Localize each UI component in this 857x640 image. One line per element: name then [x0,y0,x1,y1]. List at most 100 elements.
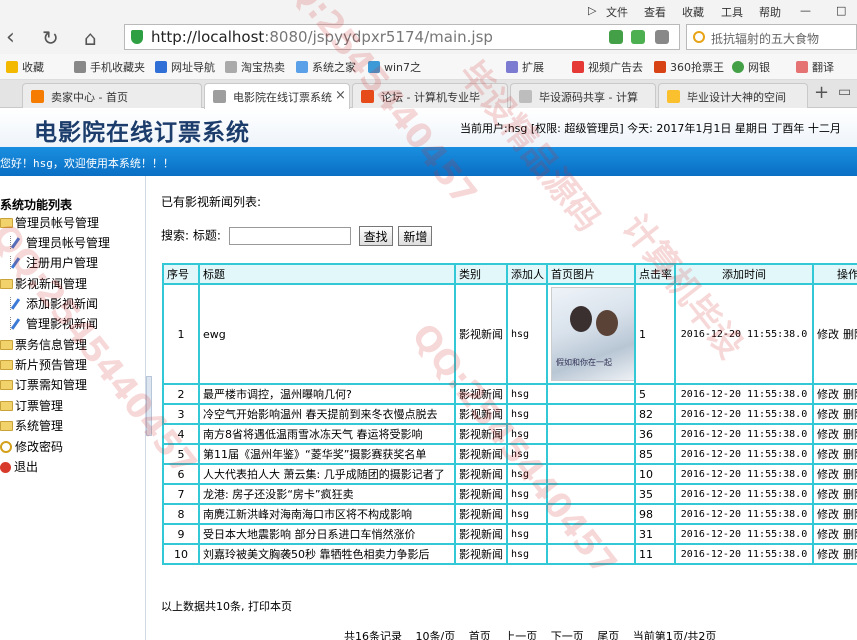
tab-list-icon[interactable]: ▭ [838,84,851,100]
fav-adblock[interactable]: 视频广告去 [572,59,643,75]
windows-icon [368,61,380,73]
search-suggestion[interactable]: 抵抗辐射的五大食物 [711,30,819,47]
add-button[interactable]: 新增 [398,226,433,246]
edit-link[interactable]: 修改 [817,548,839,561]
translate-icon[interactable] [631,30,645,44]
sidebar-item-users[interactable]: 注册用户管理 [10,254,98,271]
tab-seller[interactable]: 卖家中心 - 首页 [22,83,202,108]
fav-mobile[interactable]: 手机收藏夹 [74,59,145,75]
delete-link[interactable]: 删除 [843,388,857,401]
edit-link[interactable]: 修改 [817,528,839,541]
news-poster-image[interactable]: 假如和你在一起 [551,287,633,381]
pager-total: 共16条记录 [344,630,402,640]
delete-link[interactable]: 删除 [843,468,857,481]
tab-space[interactable]: 毕业设计大神的空间 [658,83,808,108]
address-bar[interactable]: http://localhost:8080/jspyydpxr5174/main… [124,24,680,50]
sidebar-item-tickets[interactable]: 票务信息管理 [0,336,87,353]
edit-link[interactable]: 修改 [817,428,839,441]
tab-source[interactable]: 毕设源码共享 - 计算 [510,83,656,108]
search-box[interactable]: 抵抗辐射的五大食物 [686,24,857,50]
back-icon[interactable]: ‹ [6,24,15,52]
menu-bookmark-icon[interactable]: ▷ [588,4,596,17]
sidebar-item-notice[interactable]: 订票需知管理 [0,376,87,393]
sidebar-item-news[interactable]: 影视新闻管理 [0,275,87,292]
page-icon [225,61,237,73]
delete-link[interactable]: 删除 [843,528,857,541]
fav-bank[interactable]: 网银 [732,59,770,75]
delete-link[interactable]: 删除 [843,548,857,561]
cell-no: 9 [162,523,200,545]
find-button[interactable]: 查找 [358,226,393,246]
minimize-icon[interactable]: — [800,4,811,17]
menu-tools[interactable]: 工具 [721,4,743,20]
table-row: 1 ewg 影视新闻 hsg 假如和你在一起 1 2016-12-20 11:55:38.0… [162,283,857,385]
sidebar-item-trailers[interactable]: 新片预告管理 [0,356,87,373]
tab-cinema[interactable]: 电影院在线订票系统 × [204,83,350,109]
sidebar-item-admin-account-manage[interactable]: 管理员帐号管理 [10,234,110,251]
address-url[interactable]: http://localhost:8080/jspyydpxr5174/main… [151,28,493,46]
page-icon [155,61,167,73]
fav-translate[interactable]: 翻译 [796,59,834,75]
compat-mode-icon[interactable] [609,30,623,44]
fav-bookmarks[interactable]: 收藏 [6,59,44,75]
list-title: 已有影视新闻列表: [161,195,262,209]
cell-added-by: hsg [506,503,548,525]
address-row: ‹ ↻ ⌂ http://localhost:8080/jspyydpxr517… [0,22,857,54]
new-tab-icon[interactable]: + [814,82,829,103]
sidebar-item-orders[interactable]: 订票管理 [0,397,63,414]
cell-time: 2016-12-20 11:55:38.0 [674,443,814,465]
dropdown-icon[interactable] [655,30,669,44]
fav-win7[interactable]: win7之 [368,59,421,75]
edit-link[interactable]: 修改 [817,328,839,341]
edit-link[interactable]: 修改 [817,388,839,401]
edit-link[interactable]: 修改 [817,448,839,461]
edit-link[interactable]: 修改 [817,408,839,421]
sidebar-item-logout[interactable]: 退出 [0,458,38,475]
menu-help[interactable]: 帮助 [759,4,781,20]
secure-shield-icon [131,30,143,44]
cell-hits: 35 [634,483,676,505]
cell-title: 冷空气开始影响温州 春天提前到来冬衣慢点脱去 [198,403,456,425]
home-icon[interactable]: ⌂ [84,24,97,52]
fav-taobao[interactable]: 淘宝热卖 [225,59,285,75]
cell-category: 影视新闻 [454,283,508,385]
edit-link[interactable]: 修改 [817,488,839,501]
cell-image [546,463,636,485]
sidebar-item-admin-accounts[interactable]: 管理员帐号管理 [0,214,99,231]
fav-nav[interactable]: 网址导航 [155,59,215,75]
close-icon[interactable]: × [335,88,346,103]
cell-time: 2016-12-20 11:55:38.0 [674,543,814,565]
fav-ticket[interactable]: 360抢票王 [654,59,724,75]
delete-link[interactable]: 删除 [843,448,857,461]
cell-time: 2016-12-20 11:55:38.0 [674,383,814,405]
sidebar-item-change-password[interactable]: 修改密码 [0,438,63,455]
refresh-icon[interactable]: ↻ [42,24,59,52]
fav-system[interactable]: 系统之家 [296,59,356,75]
menu-view[interactable]: 查看 [644,4,666,20]
tab-favicon [667,90,680,103]
cell-image[interactable]: 假如和你在一起 [546,283,636,385]
pager-next[interactable]: 下一页 [551,630,584,640]
edit-link[interactable]: 修改 [817,508,839,521]
pager-last[interactable]: 尾页 [597,630,619,640]
pager-first[interactable]: 首页 [469,630,491,640]
menu-file[interactable]: 文件 [606,4,628,20]
fav-extension[interactable]: 扩展 [506,59,544,75]
pager-prev[interactable]: 上一页 [504,630,537,640]
menu-favorites[interactable]: 收藏 [682,4,704,20]
tab-bar: 卖家中心 - 首页 电影院在线订票系统 × 论坛 - 计算机专业毕 毕设源码共享 … [0,80,857,109]
delete-link[interactable]: 删除 [843,508,857,521]
title-search-input[interactable] [228,227,351,245]
delete-link[interactable]: 删除 [843,488,857,501]
tab-forum[interactable]: 论坛 - 计算机专业毕 [352,83,508,108]
sidebar-item-add-news[interactable]: 添加影视新闻 [10,295,98,312]
sidebar-item-manage-news[interactable]: 管理影视新闻 [10,315,98,332]
cell-category: 影视新闻 [454,543,508,565]
edit-link[interactable]: 修改 [817,468,839,481]
sidebar-item-system[interactable]: 系统管理 [0,417,63,434]
cell-time: 2016-12-20 11:55:38.0 [674,483,814,505]
delete-link[interactable]: 删除 [843,408,857,421]
delete-link[interactable]: 删除 [843,428,857,441]
restore-icon[interactable]: □ [836,4,846,17]
delete-link[interactable]: 删除 [843,328,857,341]
